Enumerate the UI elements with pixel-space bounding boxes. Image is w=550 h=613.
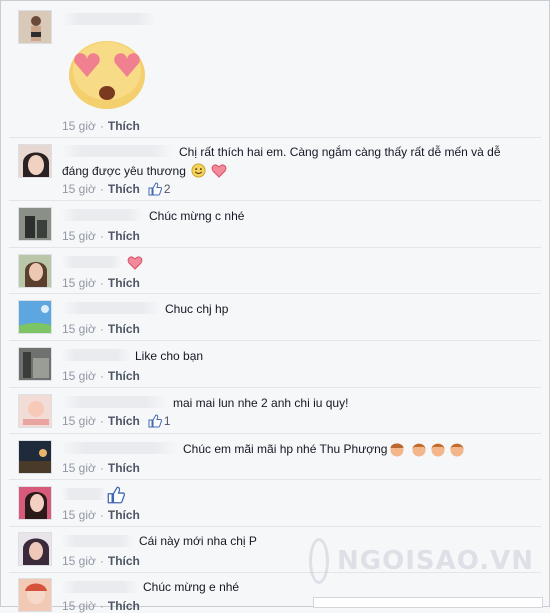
avatar[interactable] [18,254,52,288]
comment-text-continued: đáng được yêu thương [62,163,186,178]
timestamp[interactable]: 15 giờ [62,229,96,243]
watermark: NGOISAO.VN [309,531,534,591]
avatar[interactable] [18,144,52,178]
comment-text: Chúc mừng e nhé [143,580,240,594]
timestamp[interactable]: 15 giờ [62,414,96,428]
face-emoji-icon [390,443,404,457]
comment-text: Chuc chj hp [165,302,229,316]
avatar[interactable] [18,10,52,44]
heart-icon [211,164,227,178]
comment-meta: 15 giờ · Thích 1 [62,414,171,428]
comment-meta: 15 giờ · Thích [62,119,140,133]
comment-meta: 15 giờ · Thích [62,554,140,568]
timestamp[interactable]: 15 giờ [62,461,96,475]
like-count[interactable]: 1 [148,414,171,428]
like-count[interactable]: 2 [148,182,171,196]
face-emoji-icon [412,443,426,457]
comment-text: Chúc em mãi mãi hp nhé Thu Phượng [183,442,388,456]
avatar[interactable] [18,300,52,334]
comment-meta: 15 giờ · Thích [62,599,140,613]
avatar[interactable] [18,486,52,520]
like-button[interactable]: Thích [108,322,140,336]
comment-text: Chúc mừng c nhé [149,209,245,223]
comment-meta: 15 giờ · Thích 2 [62,182,171,196]
commenter-name[interactable] [61,396,167,408]
timestamp[interactable]: 15 giờ [62,508,96,522]
like-button[interactable]: Thích [108,461,140,475]
like-button[interactable]: Thích [108,369,140,383]
comment-text-line2: đáng được yêu thương [62,163,227,178]
comment-input-box[interactable] [313,597,543,608]
commenter-name[interactable] [61,209,143,221]
thumbs-up-icon [107,486,125,504]
face-emoji-icon [431,443,445,457]
timestamp[interactable]: 15 giờ [62,182,96,196]
like-count-value: 2 [163,182,171,196]
commenter-name[interactable] [61,145,173,157]
timestamp[interactable]: 15 giờ [62,599,96,613]
like-button[interactable]: Thích [108,119,140,133]
like-button[interactable]: Thích [108,554,140,568]
commenter-name[interactable] [61,535,135,547]
smiley-icon [191,163,206,178]
comment-text: Like cho bạn [135,349,204,363]
timestamp[interactable]: 15 giờ [62,322,96,336]
commenter-name[interactable] [61,256,123,268]
comment-meta: 15 giờ · Thích [62,369,140,383]
comment-meta: 15 giờ · Thích [62,508,140,522]
like-count-value: 1 [163,414,171,428]
heart-eyes-emoji-icon [69,41,145,109]
timestamp[interactable]: 15 giờ [62,369,96,383]
commenter-name[interactable] [61,302,161,314]
timestamp[interactable]: 15 giờ [62,554,96,568]
like-button[interactable]: Thích [108,508,140,522]
commenter-name[interactable] [61,349,131,361]
comment-text-row: Chúc em mãi mãi hp nhé Thu Phượng [183,441,465,457]
avatar[interactable] [18,347,52,381]
commenter-name[interactable] [61,488,107,500]
like-button[interactable]: Thích [108,182,140,196]
commenter-name[interactable] [61,581,139,593]
like-button[interactable]: Thích [108,599,140,613]
comment-thread: 15 giờ · Thích Chị rất thích hai em. Càn… [0,0,550,613]
avatar[interactable] [18,532,52,566]
watermark-text: NGOISAO.VN [336,546,534,576]
commenter-name[interactable] [61,442,177,454]
comment-text: Chị rất thích hai em. Càng ngắm càng thấ… [179,145,501,159]
emoji-group [389,441,465,457]
timestamp[interactable]: 15 giờ [62,119,96,133]
commenter-name[interactable] [61,13,156,25]
comment-text: Cái này mới nha chị P [139,534,257,548]
avatar[interactable] [18,394,52,428]
watermark-logo-icon [309,538,329,584]
like-button[interactable]: Thích [108,276,140,290]
comment-meta: 15 giờ · Thích [62,229,140,243]
like-button[interactable]: Thích [108,229,140,243]
face-emoji-icon [450,443,464,457]
thumbs-up-icon [148,182,162,196]
heart-icon [127,256,143,270]
like-button[interactable]: Thích [108,414,140,428]
thumbs-up-icon [148,414,162,428]
comment-meta: 15 giờ · Thích [62,322,140,336]
comment-meta: 15 giờ · Thích [62,276,140,290]
comment-text: mai mai lun nhe 2 anh chi iu quy! [173,396,349,410]
comment-meta: 15 giờ · Thích [62,461,140,475]
avatar[interactable] [18,440,52,474]
timestamp[interactable]: 15 giờ [62,276,96,290]
avatar[interactable] [18,207,52,241]
